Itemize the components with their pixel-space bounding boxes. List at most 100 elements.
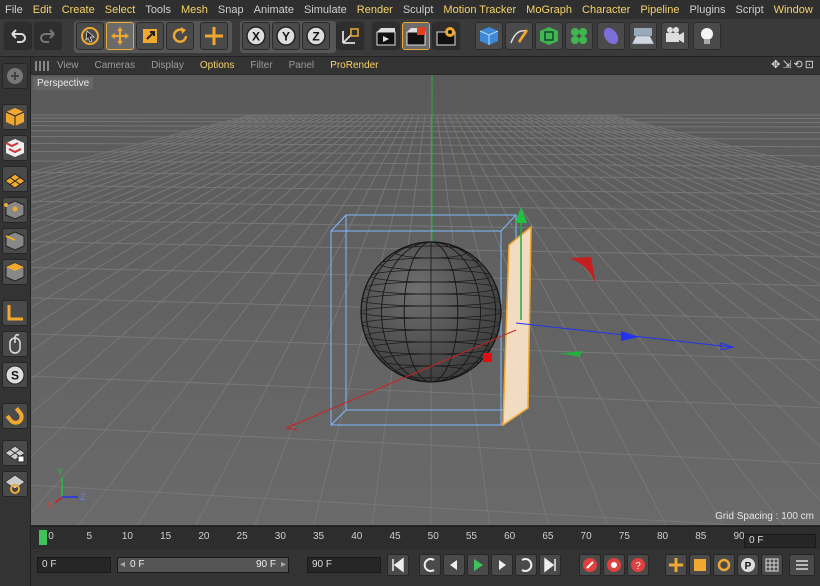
polygon-mode-button[interactable] — [2, 259, 28, 285]
menu-item-render[interactable]: Render — [352, 4, 398, 16]
start-frame-field[interactable]: 0 F — [37, 557, 111, 573]
viewport-menu-options[interactable]: Options — [192, 60, 242, 71]
viewport-menu-prorender[interactable]: ProRender — [322, 60, 386, 71]
menu-item-script[interactable]: Script — [731, 4, 769, 16]
live-selection-button[interactable] — [76, 22, 104, 50]
viewport-navigation-icons[interactable]: ✥⇲⟲⊡ — [771, 58, 816, 71]
make-editable-button[interactable] — [2, 63, 28, 89]
viewport-menu-filter[interactable]: Filter — [242, 60, 280, 71]
generator-button[interactable] — [535, 22, 563, 50]
menu-item-mograph[interactable]: MoGraph — [521, 4, 577, 16]
viewport-menu-display[interactable]: Display — [143, 60, 192, 71]
solo-button[interactable]: S — [2, 362, 28, 388]
render-picture-viewer-button[interactable] — [402, 22, 430, 50]
redo-button[interactable] — [34, 22, 62, 50]
record-active-objects-button[interactable] — [579, 554, 601, 576]
z-axis-lock-button[interactable]: Z — [302, 22, 330, 50]
next-frame-button[interactable] — [491, 554, 513, 576]
light-button[interactable] — [693, 22, 721, 50]
position-track-button[interactable] — [665, 554, 687, 576]
slider-right-arrow[interactable]: ▸ — [281, 559, 286, 570]
deformer-button[interactable] — [597, 22, 625, 50]
menu-item-sculpt[interactable]: Sculpt — [398, 4, 439, 16]
rotation-track-button[interactable] — [713, 554, 735, 576]
menu-item-simulate[interactable]: Simulate — [299, 4, 352, 16]
gizmo-x-label: X — [47, 500, 53, 510]
model-mode-icon — [5, 108, 25, 126]
scale-tool-button[interactable] — [136, 22, 164, 50]
move-tool-button[interactable] — [106, 22, 134, 50]
undo-button[interactable] — [4, 22, 32, 50]
go-to-start-button[interactable] — [387, 554, 409, 576]
viewport-menu-bar: View Cameras Display Options Filter Panel ProR… — [31, 57, 820, 74]
workplane-mode-button[interactable] — [2, 166, 28, 192]
snap-button[interactable] — [2, 403, 28, 429]
menu-item-snap[interactable]: Snap — [213, 4, 249, 16]
deformer-icon — [603, 27, 619, 45]
frame-range-slider[interactable]: ◂ 0 F 90 F ▸ — [117, 557, 289, 573]
viewport-canvas[interactable]: Y Z X — [31, 75, 820, 525]
tweak-mode-button[interactable] — [2, 331, 28, 357]
edge-mode-button[interactable] — [2, 228, 28, 254]
viewport-menu-cameras[interactable]: Cameras — [87, 60, 144, 71]
menu-item-motion-tracker[interactable]: Motion Tracker — [438, 4, 521, 16]
point-level-animation-button[interactable] — [761, 554, 783, 576]
viewport-menu-panel[interactable]: Panel — [281, 60, 323, 71]
transform-tool-button[interactable] — [200, 22, 228, 50]
render-settings-icon — [436, 27, 456, 46]
polygon-mode-icon — [5, 262, 25, 282]
main-toolbar: X Y Z — [0, 19, 820, 57]
autokeying-button[interactable] — [603, 554, 625, 576]
timeline-ruler[interactable]: 0 5 10 15 20 25 30 35 40 45 50 55 60 65 70 75 80 85 90 — [31, 526, 820, 549]
menu-item-plugins[interactable]: Plugins — [684, 4, 730, 16]
menu-item-mesh[interactable]: Mesh — [176, 4, 213, 16]
menu-item-create[interactable]: Create — [57, 4, 100, 16]
play-button[interactable] — [467, 554, 489, 576]
parameter-track-button[interactable]: P — [737, 554, 759, 576]
menu-item-file[interactable]: File — [0, 4, 28, 16]
menu-item-pipeline[interactable]: Pipeline — [635, 4, 684, 16]
camera-button[interactable] — [661, 22, 689, 50]
perspective-viewport[interactable]: Y Z X Perspective Grid Spacing : 100 cm — [31, 75, 820, 525]
viewport-menu-view[interactable]: View — [49, 60, 87, 71]
planar-workplane-button[interactable] — [2, 471, 28, 497]
cube-primitive-button[interactable] — [475, 22, 503, 50]
previous-keyframe-button[interactable] — [419, 554, 441, 576]
pen-spline-button[interactable] — [505, 22, 533, 50]
camera-label[interactable]: Perspective — [33, 77, 94, 90]
gizmo-y-label: Y — [57, 467, 63, 477]
texture-mode-button[interactable] — [2, 135, 28, 161]
menu-item-animate[interactable]: Animate — [249, 4, 299, 16]
current-frame-field[interactable]: 0 F — [744, 534, 816, 548]
coordinate-system-button[interactable] — [336, 22, 364, 50]
mograph-cloner-button[interactable] — [565, 22, 593, 50]
playhead-marker[interactable] — [39, 530, 47, 545]
keyframe-selection-button[interactable]: ? — [627, 554, 649, 576]
x-axis-lock-button[interactable]: X — [242, 22, 270, 50]
render-settings-button[interactable] — [432, 22, 460, 50]
timeline-tick-label: 80 — [656, 531, 669, 542]
render-view-button[interactable] — [372, 22, 400, 50]
floor-button[interactable] — [629, 22, 657, 50]
sphere-object[interactable] — [360, 241, 502, 383]
model-mode-button[interactable] — [2, 104, 28, 130]
menu-item-character[interactable]: Character — [577, 4, 635, 16]
y-axis-lock-button[interactable]: Y — [272, 22, 300, 50]
menu-item-tools[interactable]: Tools — [140, 4, 176, 16]
previous-frame-button[interactable] — [443, 554, 465, 576]
go-to-end-button[interactable] — [539, 554, 561, 576]
svg-text:?: ? — [635, 561, 641, 572]
timeline-menu-button[interactable] — [789, 554, 815, 576]
next-keyframe-button[interactable] — [515, 554, 537, 576]
enable-axis-button[interactable] — [2, 300, 28, 326]
point-mode-button[interactable] — [2, 197, 28, 223]
menu-item-select[interactable]: Select — [100, 4, 141, 16]
x-axis-handle[interactable] — [483, 353, 492, 362]
rotate-tool-button[interactable] — [166, 22, 194, 50]
slider-left-arrow[interactable]: ◂ — [120, 559, 125, 570]
workplane-lock-button[interactable] — [2, 440, 28, 466]
end-frame-field[interactable]: 90 F — [307, 557, 381, 573]
scale-track-button[interactable] — [689, 554, 711, 576]
menu-item-edit[interactable]: Edit — [28, 4, 57, 16]
menu-item-window[interactable]: Window — [769, 4, 818, 16]
